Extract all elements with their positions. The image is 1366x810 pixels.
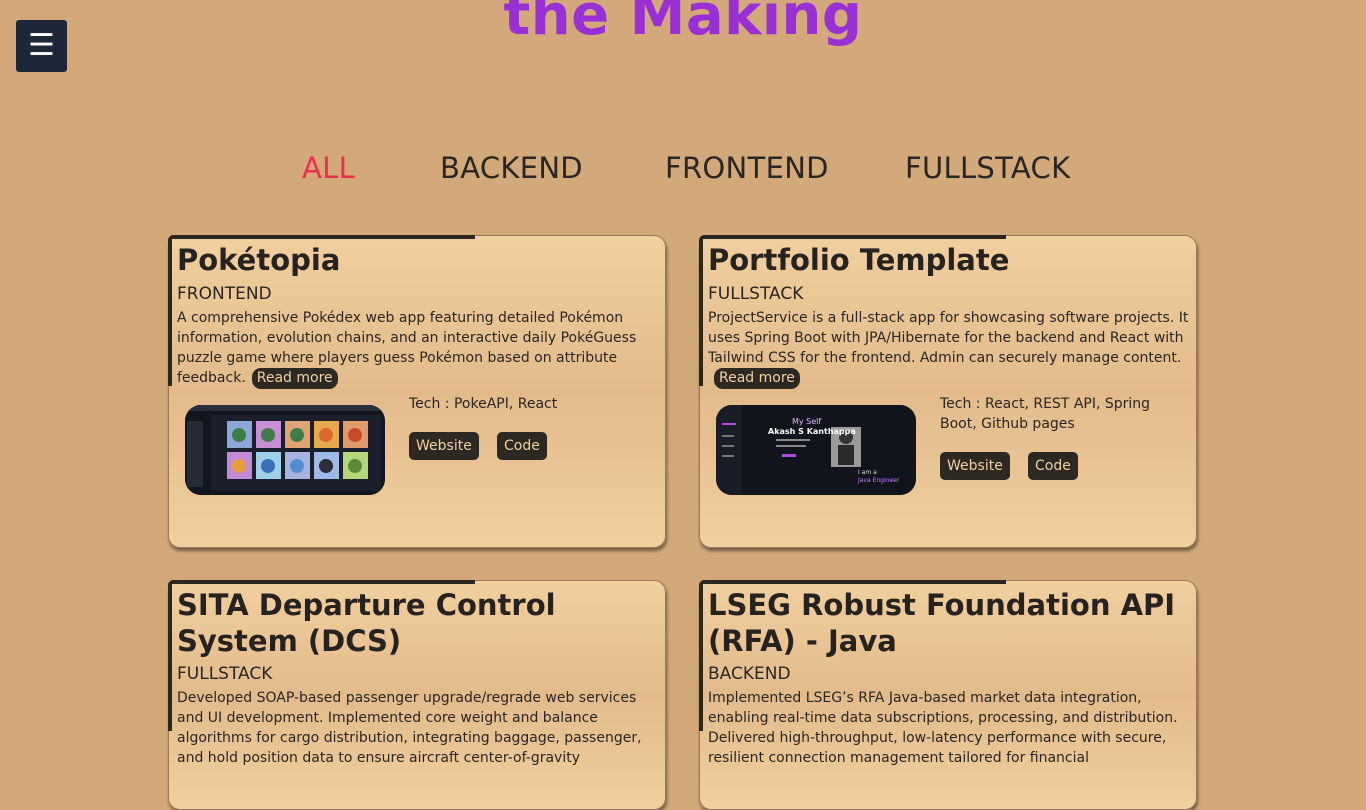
preview-line-4: Java Engineer (858, 477, 900, 484)
project-category: FULLSTACK (708, 284, 804, 304)
project-title: SITA Departure Control System (DCS) (177, 588, 556, 658)
preview-line-2: Akash S Kanthappa (768, 427, 856, 436)
code-button[interactable]: Code (1028, 452, 1078, 480)
project-card: LSEG Robust Foundation API (RFA) - Java … (699, 580, 1197, 810)
preview-line-3: I am a (858, 469, 877, 476)
project-category: FRONTEND (177, 284, 272, 304)
project-category: BACKEND (708, 664, 791, 684)
filter-tab-backend[interactable]: BACKEND (440, 148, 583, 188)
project-description: A comprehensive Pokédex web app featurin… (177, 308, 659, 389)
project-description: Developed SOAP-based passenger upgrade/r… (177, 690, 642, 766)
project-card: SITA Departure Control System (DCS) FULL… (168, 580, 666, 810)
pokedex-grid-image (185, 405, 385, 495)
project-tech: Tech : React, REST API, Spring Boot, Git… (940, 396, 1151, 432)
project-title: Pokétopia (177, 243, 341, 277)
read-more-button[interactable]: Read more (251, 368, 338, 389)
project-description-text: A comprehensive Pokédex web app featurin… (177, 310, 637, 386)
project-card: Portfolio Template FULLSTACK ProjectServ… (699, 235, 1197, 548)
filter-tab-fullstack[interactable]: FULLSTACK (905, 148, 1070, 188)
project-title: Portfolio Template (708, 243, 1010, 277)
project-title: LSEG Robust Foundation API (RFA) - Java (708, 588, 1176, 658)
project-tech: Tech : PokeAPI, React (409, 396, 558, 412)
code-button[interactable]: Code (497, 432, 547, 460)
hero-title: the Making (503, 0, 863, 48)
project-description-text: ProjectService is a full-stack app for s… (708, 310, 1189, 366)
project-category: FULLSTACK (177, 664, 273, 684)
filter-tab-all[interactable]: ALL (302, 148, 355, 188)
project-description: ProjectService is a full-stack app for s… (708, 308, 1190, 389)
preview-line-1: My Self (792, 417, 822, 426)
website-button[interactable]: Website (409, 432, 479, 460)
project-description: Implemented LSEG’s RFA Java-based market… (708, 690, 1178, 766)
read-more-button[interactable]: Read more (714, 368, 800, 389)
project-screenshot: My Self Akash S Kanthappa I am a Java En… (716, 405, 916, 495)
website-button[interactable]: Website (940, 452, 1010, 480)
project-card: Pokétopia FRONTEND A comprehensive Pokéd… (168, 235, 666, 548)
project-screenshot (185, 405, 385, 495)
filter-tab-frontend[interactable]: FRONTEND (665, 148, 829, 188)
filter-tabs: ALL BACKEND FRONTEND FULLSTACK (0, 148, 1366, 192)
